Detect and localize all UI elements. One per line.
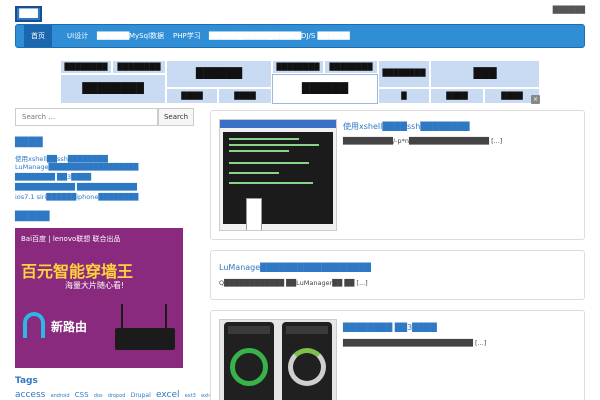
tag-link[interactable]: excel xyxy=(156,390,180,400)
recent-post-link[interactable]: 使用xshell██ssh████████ xyxy=(15,153,108,163)
close-icon[interactable]: × xyxy=(531,95,540,104)
ad-product-name: 新路由 xyxy=(51,320,88,334)
post-excerpt: ██████████████████████████ [...] xyxy=(343,339,487,347)
tag-link[interactable]: Drupal xyxy=(131,392,151,399)
ad-banner[interactable]: Bai百度 | lenovo联想 联合出品 百元智能穿墙王 海量大片随心看! 新… xyxy=(15,228,183,368)
top-right-link[interactable]: ██████ xyxy=(553,6,585,14)
terminal-screenshot xyxy=(223,132,333,224)
post-title[interactable]: 使用xshell████ssh████████ xyxy=(343,121,470,132)
router-antenna-icon xyxy=(165,304,167,330)
post-thumbnail[interactable] xyxy=(219,119,337,231)
recent-posts-title: ████ xyxy=(15,138,43,148)
context-menu xyxy=(246,198,262,230)
tag-link[interactable]: access xyxy=(15,390,45,400)
phone-screenshot xyxy=(282,322,332,400)
site-logo[interactable]: ███ xyxy=(15,6,42,22)
post-card: ████████ ██3████ ███████████████████████… xyxy=(210,310,585,400)
tile-d[interactable]: ██████ xyxy=(166,60,272,88)
tile-j[interactable]: ████████ xyxy=(378,60,430,88)
tile-b[interactable]: ████████ xyxy=(112,60,166,74)
ad-section-title: █████ xyxy=(15,212,50,222)
speed-gauge xyxy=(230,348,268,386)
tile-k[interactable]: █ xyxy=(378,88,430,104)
recent-post-link[interactable]: ████████ ██3████ xyxy=(15,173,91,181)
recent-post-link[interactable]: ios7.1 siri██████iphone████████ xyxy=(15,193,138,201)
tag-link[interactable]: dos xyxy=(94,393,103,399)
window-titlebar xyxy=(220,120,336,128)
tag-link[interactable]: CSS xyxy=(75,391,89,399)
tag-link[interactable]: android xyxy=(51,393,70,399)
speed-gauge xyxy=(288,348,326,386)
tile-a[interactable]: ████████ xyxy=(60,60,112,74)
phone-screenshot xyxy=(224,322,274,400)
post-card: 使用xshell████ssh████████ ██████████/-p*n█… xyxy=(210,110,585,240)
post-thumbnail[interactable] xyxy=(219,319,337,400)
tag-link[interactable]: dropod xyxy=(108,393,126,399)
main-nav: 首页 UI设计 ██████ MySql数据 PHP学习 ██████ ████… xyxy=(15,24,585,48)
post-title[interactable]: LuManage██████████████████ xyxy=(219,263,371,272)
tile-f[interactable]: ████ xyxy=(166,88,218,104)
post-excerpt: ██████████/-p*n████████████████ [...] xyxy=(343,137,503,145)
tile-i[interactable]: ████████ xyxy=(324,60,378,74)
tile-n[interactable]: ███ xyxy=(430,60,540,88)
tags-title: Tags xyxy=(15,376,38,386)
category-tiles: ████████ ████████ ████████ ██████ ████ █… xyxy=(60,60,540,104)
post-card: LuManage██████████████████ Q████████████… xyxy=(210,250,585,300)
tile-g[interactable]: ████ xyxy=(218,88,272,104)
tag-cloud: access android CSS dos dropod Drupal exc… xyxy=(15,390,215,400)
nav-item-mysql[interactable]: MySql数据 xyxy=(122,25,171,47)
router-antenna-icon xyxy=(121,304,123,330)
recent-post-link[interactable]: ████████████ ████████████ xyxy=(15,183,137,191)
router-logo-icon xyxy=(23,312,45,338)
nav-item-9[interactable]: DJ/S ██████ xyxy=(294,25,357,47)
recent-post-link[interactable]: LuManage██████████████████ xyxy=(15,163,138,171)
tile-c[interactable]: ████████ xyxy=(60,74,166,104)
ad-subline: 海量大片随心看! xyxy=(65,281,125,290)
search-input[interactable] xyxy=(15,108,158,126)
search-button[interactable]: Search xyxy=(158,108,194,126)
ad-headline: 百元智能穿墙王 xyxy=(21,262,134,281)
router-image xyxy=(115,328,175,350)
post-excerpt: Q████████████ ██LuManager██ ██ [...] xyxy=(219,279,368,287)
tile-h[interactable]: ████████ xyxy=(272,60,324,74)
post-title[interactable]: ████████ ██3████ xyxy=(343,323,437,332)
ad-brands: Bai百度 | lenovo联想 联合出品 xyxy=(21,235,121,243)
nav-item-home[interactable]: 首页 xyxy=(24,25,52,47)
tile-l[interactable]: ████ xyxy=(430,88,484,104)
tag-link[interactable]: ext3 xyxy=(185,393,196,399)
tile-e[interactable]: ██████ xyxy=(272,74,378,104)
